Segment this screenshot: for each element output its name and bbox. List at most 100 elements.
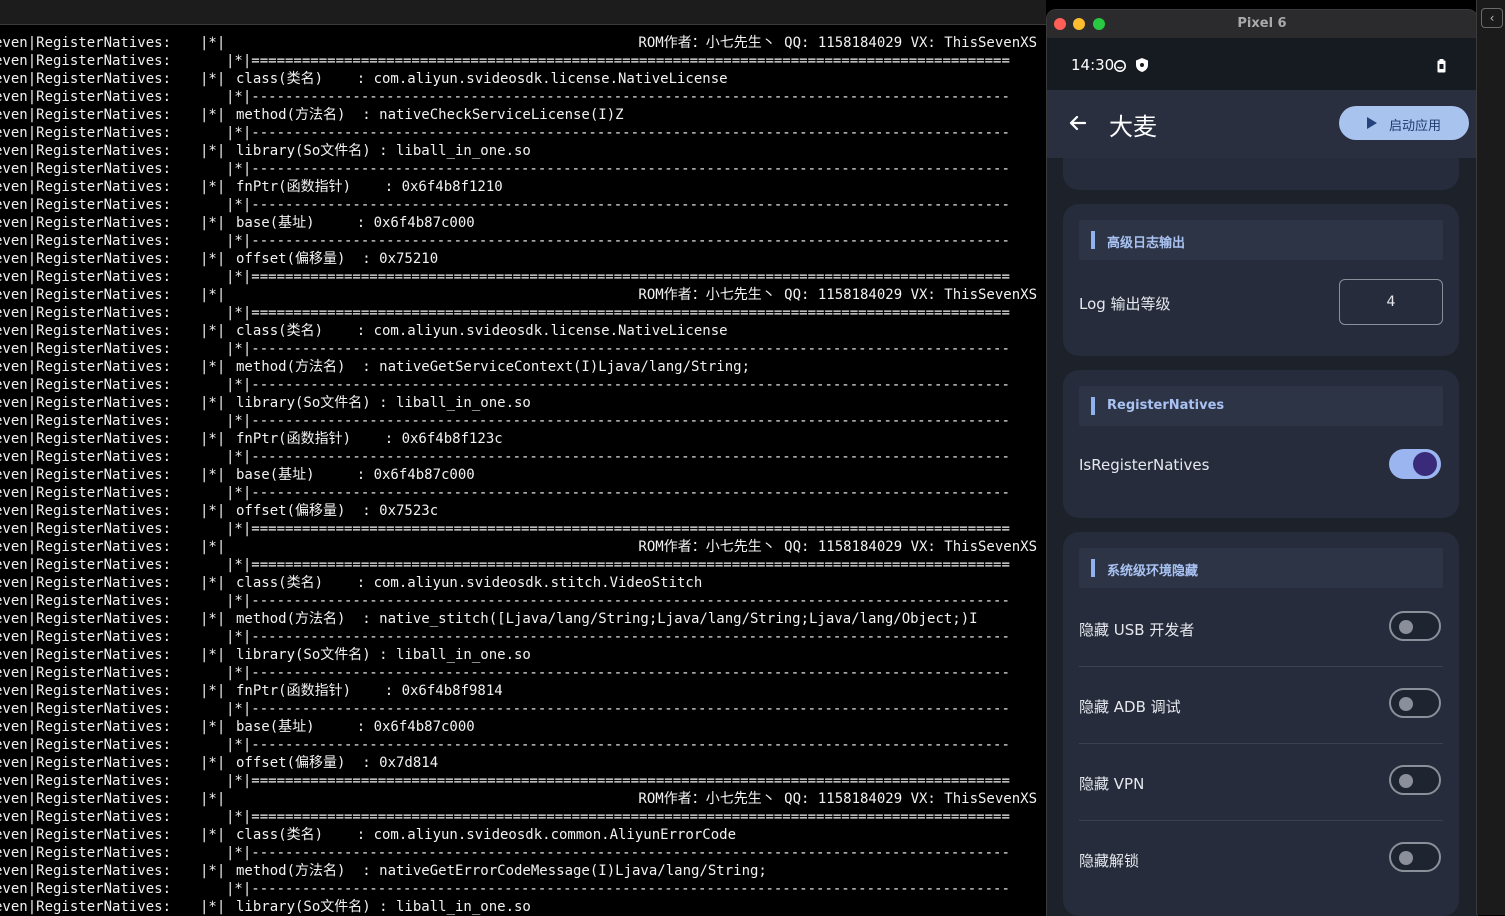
log-prefix: even|RegisterNatives: <box>0 377 172 393</box>
log-pipe: |*| <box>200 431 226 447</box>
log-prefix: even|RegisterNatives: <box>0 179 172 195</box>
terminal-line: even|RegisterNatives: |*| class(类名) : com.… <box>0 322 1046 340</box>
terminal-line: even|RegisterNatives: |*| library(So文件名) :… <box>0 394 1046 412</box>
terminal-line: even|RegisterNatives: |*|----------------… <box>0 160 1046 178</box>
log-field: class(类名) : com.aliyun.svideosdk.license… <box>236 71 728 87</box>
log-pipe: |*| <box>200 755 226 771</box>
terminal-tab-bar <box>0 0 1046 25</box>
divider <box>1079 666 1443 667</box>
hide-unlock-switch[interactable] <box>1389 842 1441 872</box>
arrow-left-icon <box>1069 115 1087 131</box>
log-pipe: |*| <box>200 575 226 591</box>
hide-usb-switch[interactable] <box>1389 611 1441 641</box>
hide-usb-label: 隐藏 USB 开发者 <box>1079 621 1195 639</box>
terminal-line: even|RegisterNatives: |*|================… <box>0 304 1046 322</box>
terminal-line: even|RegisterNatives: |*|================… <box>0 556 1046 574</box>
terminal-window[interactable]: even|RegisterNatives: |*| ROM作者：小七先生丶 QQ: … <box>0 0 1046 915</box>
log-field: base(基址) : 0x6f4b87c000 <box>236 215 475 231</box>
log-prefix: even|RegisterNatives: <box>0 827 172 843</box>
log-pipe: |*| <box>200 35 226 51</box>
log-prefix: even|RegisterNatives: <box>0 737 172 753</box>
log-field: class(类名) : com.aliyun.svideosdk.license… <box>236 323 728 339</box>
log-field: fnPtr(函数指针) : 0x6f4b8f1210 <box>236 179 503 195</box>
back-button[interactable] <box>1063 108 1093 138</box>
log-prefix: even|RegisterNatives: <box>0 143 172 159</box>
separator-line: |*|-------------------------------------… <box>226 125 1010 141</box>
separator-line: |*|-------------------------------------… <box>226 485 1010 501</box>
terminal-output: even|RegisterNatives: |*| ROM作者：小七先生丶 QQ: … <box>0 34 1046 915</box>
side-panel-strip: ‹ <box>1476 0 1505 915</box>
separator-line: |*|-------------------------------------… <box>226 161 1010 177</box>
log-field: library(So文件名) : liball_in_one.so <box>236 899 531 915</box>
log-prefix: even|RegisterNatives: <box>0 197 172 213</box>
app-title: 大麦 <box>1109 113 1157 141</box>
log-prefix: even|RegisterNatives: <box>0 71 172 87</box>
log-prefix: even|RegisterNatives: <box>0 539 172 555</box>
section-header-register: RegisterNatives <box>1079 386 1443 426</box>
terminal-line: even|RegisterNatives: |*| ROM作者：小七先生丶 QQ: … <box>0 790 1046 808</box>
log-field: library(So文件名) : liball_in_one.so <box>236 143 531 159</box>
log-prefix: even|RegisterNatives: <box>0 35 172 51</box>
terminal-line: even|RegisterNatives: |*| fnPtr(函数指针) : 0x… <box>0 178 1046 196</box>
log-prefix: even|RegisterNatives: <box>0 665 172 681</box>
collapse-panel-button[interactable]: ‹ <box>1481 8 1503 28</box>
terminal-line: even|RegisterNatives: |*|----------------… <box>0 844 1046 862</box>
log-pipe: |*| <box>200 287 226 303</box>
log-pipe: |*| <box>200 251 226 267</box>
launch-app-button[interactable]: 启动应用 <box>1339 106 1469 140</box>
emulator-window: Pixel 6 14:30 大麦 启动应用 高级日志输出 Log 输出等级 4 … <box>1046 9 1478 916</box>
terminal-line: even|RegisterNatives: |*| base(基址) : 0x6f4… <box>0 466 1046 484</box>
log-prefix: even|RegisterNatives: <box>0 287 172 303</box>
separator-line: |*|=====================================… <box>226 557 1010 573</box>
terminal-line: even|RegisterNatives: |*|----------------… <box>0 700 1046 718</box>
log-level-input[interactable]: 4 <box>1339 279 1443 325</box>
hide-vpn-label: 隐藏 VPN <box>1079 775 1145 793</box>
log-prefix: even|RegisterNatives: <box>0 899 172 915</box>
separator-line: |*|-------------------------------------… <box>226 197 1010 213</box>
emulator-titlebar: Pixel 6 <box>1047 10 1477 39</box>
log-prefix: even|RegisterNatives: <box>0 611 172 627</box>
hide-adb-switch[interactable] <box>1389 688 1441 718</box>
terminal-line: even|RegisterNatives: |*| base(基址) : 0x6f4… <box>0 718 1046 736</box>
log-prefix: even|RegisterNatives: <box>0 647 172 663</box>
log-prefix: even|RegisterNatives: <box>0 845 172 861</box>
log-prefix: even|RegisterNatives: <box>0 323 172 339</box>
log-pipe: |*| <box>200 467 226 483</box>
log-prefix: even|RegisterNatives: <box>0 863 172 879</box>
log-prefix: even|RegisterNatives: <box>0 161 172 177</box>
log-pipe: |*| <box>200 683 226 699</box>
log-prefix: even|RegisterNatives: <box>0 809 172 825</box>
separator-line: |*|-------------------------------------… <box>226 89 1010 105</box>
hide-vpn-switch[interactable] <box>1389 765 1441 795</box>
rom-author-banner: ROM作者：小七先生丶 QQ: 1158184029 VX: ThisSeven… <box>638 35 1037 51</box>
terminal-line: even|RegisterNatives: |*| offset(偏移量) : 0x… <box>0 502 1046 520</box>
settings-content[interactable]: 高级日志输出 Log 输出等级 4 RegisterNatives IsRegi… <box>1047 158 1477 916</box>
separator-line: |*|-------------------------------------… <box>226 629 1010 645</box>
log-pipe: |*| <box>200 143 226 159</box>
log-prefix: even|RegisterNatives: <box>0 215 172 231</box>
terminal-line: even|RegisterNatives: |*|================… <box>0 520 1046 538</box>
log-prefix: even|RegisterNatives: <box>0 233 172 249</box>
log-prefix: even|RegisterNatives: <box>0 269 172 285</box>
log-prefix: even|RegisterNatives: <box>0 395 172 411</box>
terminal-line: even|RegisterNatives: |*| method(方法名) : na… <box>0 862 1046 880</box>
log-field: library(So文件名) : liball_in_one.so <box>236 395 531 411</box>
log-level-label: Log 输出等级 <box>1079 295 1171 313</box>
terminal-line: even|RegisterNatives: |*|----------------… <box>0 592 1046 610</box>
separator-line: |*|-------------------------------------… <box>226 701 1010 717</box>
terminal-line: even|RegisterNatives: |*| library(So文件名) :… <box>0 646 1046 664</box>
log-prefix: even|RegisterNatives: <box>0 773 172 789</box>
terminal-line: even|RegisterNatives: |*| ROM作者：小七先生丶 QQ: … <box>0 286 1046 304</box>
log-prefix: even|RegisterNatives: <box>0 359 172 375</box>
separator-line: |*|-------------------------------------… <box>226 881 1010 897</box>
log-field: class(类名) : com.aliyun.svideosdk.stitch.… <box>236 575 703 591</box>
log-prefix: even|RegisterNatives: <box>0 107 172 123</box>
log-field: fnPtr(函数指针) : 0x6f4b8f123c <box>236 431 503 447</box>
log-pipe: |*| <box>200 107 226 123</box>
terminal-line: even|RegisterNatives: |*| method(方法名) : na… <box>0 610 1046 628</box>
log-pipe: |*| <box>200 863 226 879</box>
log-section-card: 高级日志输出 Log 输出等级 4 <box>1063 204 1459 356</box>
register-natives-switch[interactable] <box>1389 449 1441 479</box>
log-pipe: |*| <box>200 827 226 843</box>
terminal-line: even|RegisterNatives: |*| fnPtr(函数指针) : 0x… <box>0 430 1046 448</box>
